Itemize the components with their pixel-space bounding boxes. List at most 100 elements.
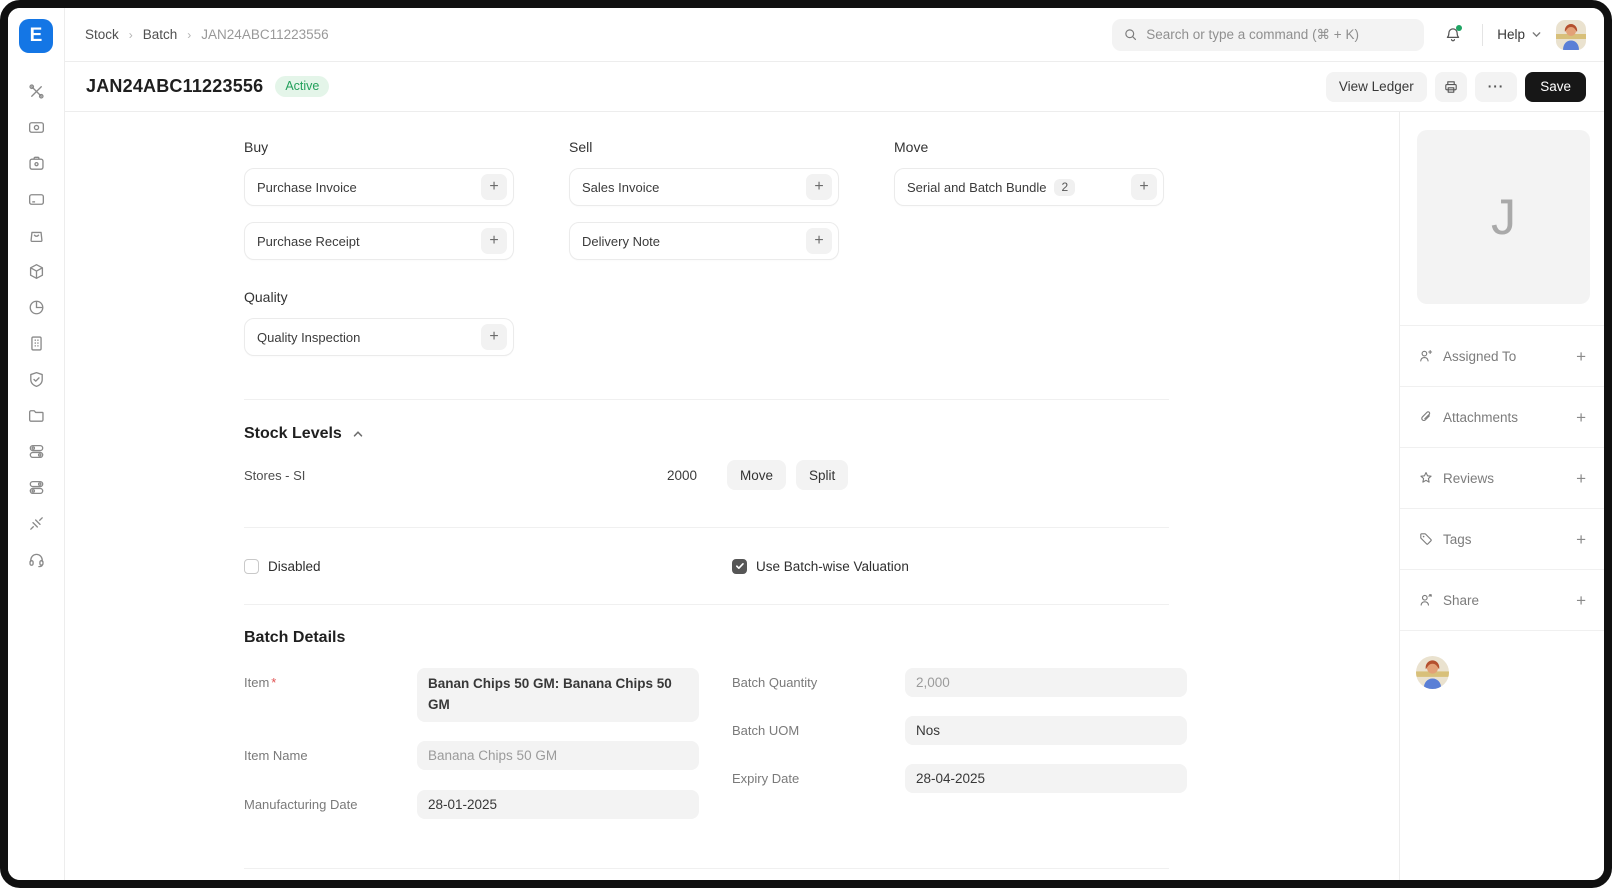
payments-icon[interactable] — [26, 117, 46, 137]
move-button[interactable]: Move — [727, 460, 786, 490]
card-icon[interactable] — [26, 189, 46, 209]
app-logo[interactable]: E — [19, 19, 53, 53]
hr-icon[interactable] — [26, 477, 46, 497]
item-label: Item* — [244, 668, 417, 722]
search-icon — [1123, 27, 1138, 42]
add-purchase-invoice-button[interactable]: + — [481, 174, 507, 200]
item-name-label: Item Name — [244, 741, 417, 770]
add-attachment-button[interactable]: + — [1576, 409, 1586, 426]
tools-icon[interactable] — [26, 81, 46, 101]
more-actions-button[interactable]: ··· — [1475, 72, 1518, 102]
section-divider — [244, 868, 1169, 880]
breadcrumb-stock[interactable]: Stock — [85, 27, 119, 42]
stock-levels-section: Stock Levels Stores - SI 2000 Move Split — [244, 400, 1169, 528]
print-button[interactable] — [1435, 72, 1467, 102]
link-card-sales-invoice[interactable]: Sales Invoice + — [569, 168, 839, 206]
notifications-bell-icon[interactable] — [1438, 20, 1468, 50]
add-purchase-receipt-button[interactable]: + — [481, 228, 507, 254]
status-badge: Active — [275, 76, 329, 97]
batch-wise-valuation-label: Use Batch-wise Valuation — [756, 559, 909, 574]
required-asterisk: * — [271, 675, 276, 690]
move-heading: Move — [894, 139, 1164, 155]
breadcrumb-batch[interactable]: Batch — [143, 27, 178, 42]
reviews-label: Reviews — [1443, 471, 1494, 486]
batch-uom-field-row: Batch UOM Nos — [732, 716, 1187, 745]
add-tag-button[interactable]: + — [1576, 531, 1586, 548]
document-image-block: J — [1400, 112, 1604, 326]
add-assignment-button[interactable]: + — [1576, 348, 1586, 365]
stock-icon[interactable] — [26, 261, 46, 281]
link-card-serial-batch-bundle[interactable]: Serial and Batch Bundle 2 + — [894, 168, 1164, 206]
search-input[interactable] — [1146, 27, 1413, 42]
batch-uom-label: Batch UOM — [732, 716, 905, 745]
disabled-label: Disabled — [268, 559, 321, 574]
add-delivery-note-button[interactable]: + — [806, 228, 832, 254]
save-button[interactable]: Save — [1525, 72, 1586, 102]
link-label: Purchase Invoice — [257, 180, 357, 195]
add-review-button[interactable]: + — [1576, 470, 1586, 487]
assets-icon[interactable] — [26, 153, 46, 173]
item-name-field[interactable]: Banana Chips 50 GM — [417, 741, 699, 770]
link-card-purchase-receipt[interactable]: Purchase Receipt + — [244, 222, 514, 260]
user-avatar[interactable] — [1556, 20, 1586, 50]
link-card-purchase-invoice[interactable]: Purchase Invoice + — [244, 168, 514, 206]
assigned-to-row[interactable]: Assigned To + — [1400, 326, 1604, 387]
add-sales-invoice-button[interactable]: + — [806, 174, 832, 200]
link-label: Sales Invoice — [582, 180, 659, 195]
share-row[interactable]: Share + — [1400, 570, 1604, 631]
batch-quantity-field[interactable]: 2,000 — [905, 668, 1187, 697]
tags-row[interactable]: Tags + — [1400, 509, 1604, 570]
share-label: Share — [1443, 593, 1479, 608]
batch-details-section: Batch Details Item* Banan Chips 50 GM: B… — [244, 605, 1169, 880]
assigned-to-label: Assigned To — [1443, 349, 1516, 364]
item-field[interactable]: Banan Chips 50 GM: Banana Chips 50 GM — [417, 668, 699, 722]
checkbox-unchecked[interactable] — [244, 559, 259, 574]
item-name-field-row: Item Name Banana Chips 50 GM — [244, 741, 699, 770]
viewer-avatar[interactable] — [1416, 656, 1449, 689]
global-search[interactable] — [1112, 19, 1424, 51]
quality-icon[interactable] — [26, 369, 46, 389]
buy-column: Buy Purchase Invoice + Purchase Receipt … — [244, 139, 514, 372]
help-label: Help — [1497, 27, 1525, 42]
paperclip-icon — [1418, 409, 1434, 425]
document-initial: J — [1491, 188, 1516, 246]
analytics-icon[interactable] — [26, 297, 46, 317]
manufacturing-icon[interactable] — [26, 333, 46, 353]
app-window: E Stock › Batch › JAN24ABC1 — [0, 0, 1612, 888]
batch-wise-valuation-checkbox[interactable]: Use Batch-wise Valuation — [732, 559, 909, 574]
help-menu[interactable]: Help — [1497, 27, 1542, 42]
projects-icon[interactable] — [26, 405, 46, 425]
topbar-divider — [1482, 24, 1483, 46]
buy-heading: Buy — [244, 139, 514, 155]
link-card-quality-inspection[interactable]: Quality Inspection + — [244, 318, 514, 356]
expiry-date-label: Expiry Date — [732, 764, 905, 793]
add-share-button[interactable]: + — [1576, 592, 1586, 609]
split-button[interactable]: Split — [796, 460, 848, 490]
manufacturing-date-field[interactable]: 28-01-2025 — [417, 790, 699, 819]
link-label: Delivery Note — [582, 234, 660, 249]
expiry-date-field[interactable]: 28-04-2025 — [905, 764, 1187, 793]
link-count-badge: 2 — [1054, 179, 1075, 196]
buying-icon[interactable] — [26, 225, 46, 245]
checkbox-checked[interactable] — [732, 559, 747, 574]
expiry-date-field-row: Expiry Date 28-04-2025 — [732, 764, 1187, 793]
crm-icon[interactable] — [26, 441, 46, 461]
attachments-row[interactable]: Attachments + — [1400, 387, 1604, 448]
checkbox-section: Disabled Use Batch-wise Valuation — [244, 528, 1169, 605]
sell-heading: Sell — [569, 139, 839, 155]
reviews-row[interactable]: Reviews + — [1400, 448, 1604, 509]
document-image-placeholder[interactable]: J — [1417, 130, 1590, 304]
notification-dot — [1456, 25, 1462, 31]
chevron-down-icon — [1531, 29, 1542, 40]
link-label: Purchase Receipt — [257, 234, 360, 249]
add-quality-inspection-button[interactable]: + — [481, 324, 507, 350]
stock-levels-toggle[interactable]: Stock Levels — [244, 425, 364, 443]
disabled-checkbox[interactable]: Disabled — [244, 559, 732, 574]
link-card-delivery-note[interactable]: Delivery Note + — [569, 222, 839, 260]
batch-uom-field[interactable]: Nos — [905, 716, 1187, 745]
move-column: Move Serial and Batch Bundle 2 + — [894, 139, 1164, 372]
support-icon[interactable] — [26, 549, 46, 569]
integrations-icon[interactable] — [26, 513, 46, 533]
add-serial-batch-bundle-button[interactable]: + — [1131, 174, 1157, 200]
view-ledger-button[interactable]: View Ledger — [1326, 72, 1427, 102]
